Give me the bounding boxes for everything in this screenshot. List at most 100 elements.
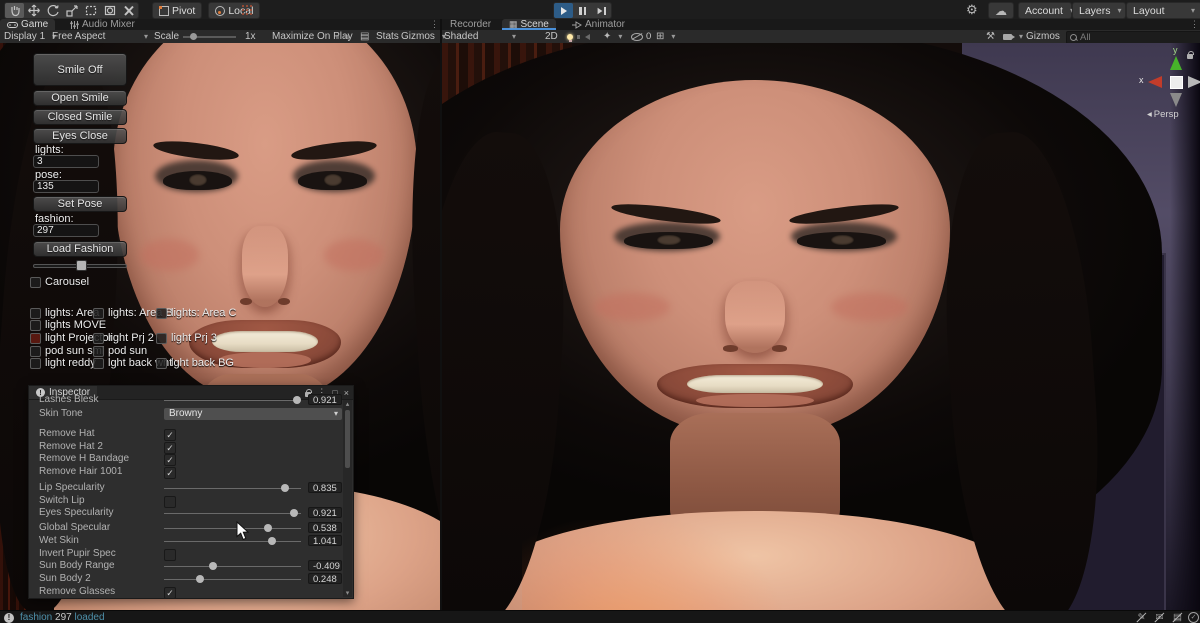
lights-area-c-toggle[interactable]: lights: Area C bbox=[156, 307, 236, 319]
property-slider[interactable] bbox=[164, 575, 301, 583]
fashion-slider[interactable] bbox=[33, 260, 127, 271]
property-value-field[interactable]: 0.538 bbox=[308, 522, 342, 534]
stats-toggle[interactable]: Stats bbox=[376, 30, 399, 43]
property-slider[interactable] bbox=[164, 484, 301, 492]
skin-tone-dropdown[interactable]: Browny ▾ bbox=[164, 408, 342, 420]
load-fashion-button[interactable]: Load Fashion bbox=[33, 241, 127, 257]
tab-recorder[interactable]: Recorder bbox=[443, 19, 498, 30]
property-value-field[interactable]: 1.041 bbox=[308, 535, 342, 547]
hand-tool-button[interactable] bbox=[5, 3, 24, 18]
aspect-dropdown[interactable]: Free Aspect ▾ bbox=[52, 30, 148, 43]
pod-sun-toggle[interactable]: pod sun bbox=[93, 345, 147, 357]
eyes-close-button[interactable]: Eyes Close bbox=[33, 128, 127, 144]
set-pose-button[interactable]: Set Pose bbox=[33, 196, 127, 212]
property-value-field[interactable]: 0.921 bbox=[308, 507, 342, 519]
display-dropdown[interactable]: Display 1 ▾ bbox=[4, 30, 56, 43]
gizmo-cube[interactable] bbox=[1170, 76, 1183, 89]
scene-fx-dropdown[interactable]: ✦ ▾ bbox=[603, 30, 622, 43]
scene-view[interactable]: y x ◂ Persp bbox=[442, 43, 1200, 610]
step-button[interactable] bbox=[592, 3, 611, 18]
gizmo-lock-icon[interactable] bbox=[1187, 51, 1194, 59]
tab-animator[interactable]: Animator bbox=[565, 19, 632, 30]
lights-move-toggle[interactable]: lights MOVE bbox=[30, 319, 106, 331]
carousel-toggle[interactable]: Carousel bbox=[30, 276, 89, 288]
pane-menu-icon[interactable]: ⋮ bbox=[1190, 19, 1199, 30]
light-prj2-toggle[interactable]: light Prj 2 bbox=[93, 332, 154, 344]
rotate-tool-button[interactable] bbox=[43, 3, 62, 18]
slider-thumb[interactable] bbox=[290, 509, 299, 517]
slider-thumb[interactable] bbox=[292, 396, 301, 404]
2d-toggle[interactable]: 2D bbox=[545, 30, 558, 43]
scene-visibility-toggle[interactable]: 0 bbox=[631, 30, 651, 43]
tab-scene[interactable]: ▦ Scene bbox=[502, 19, 556, 30]
light-reddy-toggle[interactable]: light reddy bbox=[30, 357, 96, 369]
property-checkbox[interactable]: ✓ bbox=[164, 454, 176, 466]
smile-off-button[interactable]: Smile Off bbox=[33, 53, 127, 86]
scale-slider-thumb[interactable] bbox=[189, 33, 197, 40]
y-axis-cone[interactable] bbox=[1170, 56, 1182, 70]
console-message[interactable]: fashion 297 loaded bbox=[20, 611, 105, 623]
property-slider[interactable] bbox=[164, 562, 301, 570]
property-value-field[interactable]: 0.921 bbox=[308, 394, 342, 406]
play-button[interactable] bbox=[554, 3, 573, 18]
close-icon[interactable]: × bbox=[344, 388, 349, 398]
scene-tools-icon[interactable]: ⚒ bbox=[986, 30, 995, 43]
closed-smile-button[interactable]: Closed Smile bbox=[33, 109, 127, 125]
perspective-toggle[interactable]: ◂ Persp bbox=[1147, 109, 1179, 120]
scene-lighting-icon[interactable] bbox=[567, 30, 573, 43]
pause-button[interactable] bbox=[573, 3, 592, 18]
lights-input[interactable]: 3 bbox=[33, 155, 99, 168]
property-value-field[interactable]: -0.409 bbox=[308, 560, 342, 572]
transform-tool-button[interactable] bbox=[100, 3, 119, 18]
lght-back-bg-toggle[interactable]: lght back BG bbox=[156, 357, 234, 369]
property-value-field[interactable]: 0.835 bbox=[308, 482, 342, 494]
scene-audio-icon[interactable] bbox=[577, 30, 590, 43]
layers-dropdown[interactable]: Layers ▾ bbox=[1072, 2, 1126, 19]
scene-orientation-gizmo[interactable]: y x ◂ Persp bbox=[1139, 45, 1200, 121]
pivot-toggle[interactable]: Pivot bbox=[152, 2, 203, 19]
scrollbar-thumb[interactable] bbox=[345, 410, 350, 468]
tab-game[interactable]: Game bbox=[0, 19, 56, 30]
z-axis-cone[interactable] bbox=[1188, 76, 1200, 88]
slider-thumb[interactable] bbox=[268, 537, 277, 545]
console-message-icon[interactable]: ! bbox=[4, 612, 14, 623]
slider-thumb[interactable] bbox=[195, 575, 204, 583]
gear-icon[interactable]: ⚙ bbox=[966, 3, 978, 16]
open-smile-button[interactable]: Open Smile bbox=[33, 90, 127, 106]
custom-tools-button[interactable] bbox=[119, 3, 138, 18]
property-value-field[interactable]: 0.248 bbox=[308, 573, 342, 585]
scale-slider[interactable] bbox=[183, 33, 236, 40]
maximize-on-play-toggle[interactable]: Maximize On Play bbox=[272, 30, 353, 43]
status-bar[interactable]: ! fashion 297 loaded ✎ ✉ ▤ ✓ bbox=[0, 610, 1200, 623]
property-slider[interactable] bbox=[164, 396, 301, 404]
x-axis-cone[interactable] bbox=[1148, 76, 1162, 88]
property-slider[interactable] bbox=[164, 537, 301, 545]
vsync-monitor-icon[interactable]: ▤ bbox=[360, 30, 369, 43]
property-checkbox[interactable]: ✓ bbox=[164, 467, 176, 479]
scene-camera-dropdown[interactable]: ▾ bbox=[1003, 30, 1023, 43]
tab-audio-mixer[interactable]: Audio Mixer bbox=[63, 19, 142, 30]
account-dropdown[interactable]: Account▾ bbox=[1018, 2, 1074, 19]
move-tool-button[interactable] bbox=[24, 3, 43, 18]
grid-snap-icon[interactable] bbox=[241, 4, 252, 15]
layout-dropdown[interactable]: Layout ▾ bbox=[1126, 2, 1200, 19]
property-slider[interactable] bbox=[164, 509, 301, 517]
property-slider[interactable] bbox=[164, 524, 301, 532]
scroll-down-icon[interactable]: ▾ bbox=[343, 589, 352, 597]
property-checkbox[interactable]: ✓ bbox=[164, 587, 176, 598]
pose-input[interactable]: 135 bbox=[33, 180, 99, 193]
down-axis-cone[interactable] bbox=[1170, 93, 1182, 107]
slider-thumb[interactable] bbox=[280, 484, 289, 492]
rect-tool-button[interactable] bbox=[81, 3, 100, 18]
property-checkbox[interactable]: ✓ bbox=[164, 429, 176, 441]
scene-gizmos-dropdown[interactable]: Gizmos▾ bbox=[1026, 30, 1071, 43]
lights-area-toggle[interactable]: lights: Area bbox=[30, 307, 99, 319]
shading-mode-dropdown[interactable]: Shaded ▾ bbox=[444, 30, 516, 43]
pane-menu-icon[interactable]: ⋮ bbox=[430, 19, 439, 30]
scale-tool-button[interactable] bbox=[62, 3, 81, 18]
mute-audio-icon[interactable] bbox=[336, 30, 349, 43]
slider-thumb[interactable] bbox=[76, 260, 88, 271]
component-filter-dropdown[interactable]: ⊞ ▾ bbox=[656, 30, 675, 43]
cloud-services-button[interactable]: ☁ bbox=[988, 2, 1014, 19]
local-toggle[interactable]: Local bbox=[208, 2, 261, 19]
